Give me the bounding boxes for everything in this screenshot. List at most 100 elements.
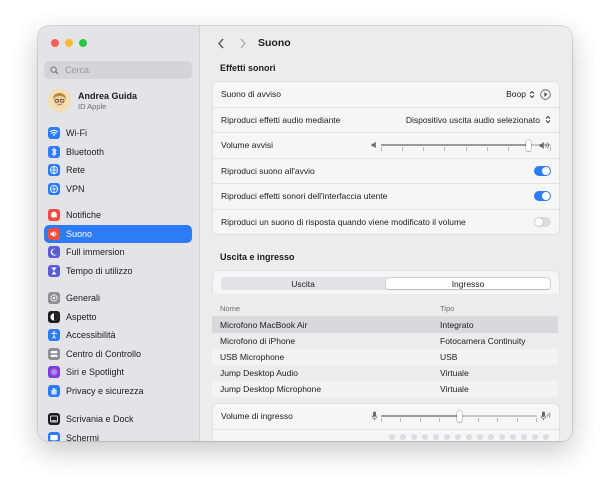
zoom-button[interactable] xyxy=(79,39,87,47)
slider-tick xyxy=(516,418,518,422)
mic-low-icon xyxy=(371,411,378,421)
sidebar-item-aspetto[interactable]: Aspetto xyxy=(44,308,192,327)
slider-tick xyxy=(381,147,382,151)
io-segmented-control: Uscita Ingresso xyxy=(221,277,551,290)
sidebar-item-privacy-e-sicurezza[interactable]: Privacy e sicurezza xyxy=(44,382,192,401)
sidebar-item-label: Bluetooth xyxy=(66,146,105,157)
alert-sound-select[interactable]: Boop xyxy=(506,89,535,99)
hand-icon xyxy=(48,384,60,397)
device-type: USB xyxy=(440,352,458,362)
slider-tick xyxy=(439,418,441,422)
slider-tick xyxy=(465,147,467,151)
level-dot xyxy=(543,433,549,440)
level-dot xyxy=(466,433,472,440)
sidebar-item-suono[interactable]: Suono xyxy=(44,224,192,243)
slider-tick xyxy=(486,147,488,151)
alert-sound-value: Boop xyxy=(506,89,526,100)
table-row[interactable]: Jump Desktop Microphone Virtuale xyxy=(212,381,558,397)
sidebar-group: Generali Aspetto Accessibilità Centro di Co… xyxy=(44,289,192,400)
sidebar-item-vpn[interactable]: VPN xyxy=(44,180,192,199)
sidebar-item-notifiche[interactable]: Notifiche xyxy=(44,206,192,225)
avatar xyxy=(48,89,71,112)
table-row[interactable]: Microfono MacBook Air Integrato xyxy=(212,317,558,333)
chevron-right-icon xyxy=(240,38,246,48)
input-volume-label: Volume di ingresso xyxy=(221,411,293,422)
input-volume-slider[interactable] xyxy=(381,404,537,428)
sidebar-item-label: Wi-Fi xyxy=(66,128,87,139)
apple-id-account[interactable]: Andrea Guida ID Apple xyxy=(48,89,137,112)
device-table: Nome Tipo Microfono MacBook Air Integrato… xyxy=(212,300,558,397)
window-controls xyxy=(51,39,87,47)
sidebar-item-label: Full immersion xyxy=(66,247,125,258)
sidebar-item-rete[interactable]: Rete xyxy=(44,161,192,180)
search-box[interactable] xyxy=(44,61,192,79)
sidebar-item-generali[interactable]: Generali xyxy=(44,289,192,308)
volume-feedback-row: Riproduci un suono di risposta quando vi… xyxy=(213,210,559,235)
tab-output[interactable]: Uscita xyxy=(221,277,385,290)
forward-button[interactable] xyxy=(236,36,250,50)
accessibility-icon xyxy=(48,329,60,342)
level-dot xyxy=(411,433,417,440)
table-row[interactable]: USB Microphone USB xyxy=(212,349,558,365)
sidebar-item-label: Tempo di utilizzo xyxy=(66,265,133,276)
alert-sound-label: Suono di avviso xyxy=(221,89,282,100)
slider-tick xyxy=(497,418,499,422)
sidebar-item-label: Privacy e sicurezza xyxy=(66,385,144,396)
slider-fill xyxy=(381,144,529,146)
sidebar-item-full-immersion[interactable]: Full immersion xyxy=(44,243,192,262)
startup-sound-label: Riproduci suono all'avvio xyxy=(221,165,315,176)
level-dot xyxy=(400,433,406,440)
tab-input[interactable]: Ingresso xyxy=(386,278,550,289)
ui-sounds-toggle[interactable] xyxy=(534,191,551,202)
sidebar-item-label: Notifiche xyxy=(66,210,102,221)
slider-tick xyxy=(423,147,425,151)
device-type: Fotocamera Continuity xyxy=(440,336,526,346)
startup-sound-row: Riproduci suono all'avvio xyxy=(213,159,559,184)
play-icon[interactable] xyxy=(540,89,551,100)
table-row[interactable]: Microfono di iPhone Fotocamera Continuity xyxy=(212,333,558,349)
appearance-icon xyxy=(48,310,60,323)
startup-sound-toggle[interactable] xyxy=(534,165,551,176)
level-dot xyxy=(433,433,439,440)
siri-icon xyxy=(48,366,60,379)
table-row[interactable]: Jump Desktop Audio Virtuale xyxy=(212,365,558,381)
slider-tick xyxy=(536,418,537,422)
sidebar-item-label: Accessibilità xyxy=(66,330,116,341)
input-level-row xyxy=(213,430,559,442)
slider-tick xyxy=(477,418,479,422)
device-type: Integrato xyxy=(440,320,474,330)
sidebar: Andrea Guida ID Apple Wi-Fi Bluetooth Rete… xyxy=(38,26,200,441)
sidebar-item-scrivania-e-dock[interactable]: Scrivania e Dock xyxy=(44,410,192,429)
slider-tick xyxy=(507,147,509,151)
device-type: Virtuale xyxy=(440,384,469,394)
sidebar-item-centro-di-controllo[interactable]: Centro di Controllo xyxy=(44,345,192,364)
table-header: Nome Tipo xyxy=(212,300,558,317)
sidebar-item-label: Rete xyxy=(66,165,86,176)
sidebar-item-schermi[interactable]: Schermi xyxy=(44,429,192,441)
mic-high-icon xyxy=(540,411,551,421)
alert-volume-slider[interactable] xyxy=(381,133,551,157)
sidebar-item-tempo-di-utilizzo[interactable]: Tempo di utilizzo xyxy=(44,262,192,281)
sidebar-item-siri-e-spotlight[interactable]: Siri e Spotlight xyxy=(44,363,192,382)
play-via-select[interactable]: Dispositivo uscita audio selezionato xyxy=(406,115,551,125)
back-button[interactable] xyxy=(214,36,228,50)
play-via-label: Riproduci effetti audio mediante xyxy=(221,114,341,125)
volume-feedback-label: Riproduci un suono di risposta quando vi… xyxy=(221,216,466,227)
slider-tick xyxy=(381,418,382,422)
slider-knob[interactable] xyxy=(526,139,532,151)
input-volume-card: Volume di ingresso xyxy=(212,403,560,441)
alert-volume-row: Volume avvisi xyxy=(213,133,559,159)
minimize-button[interactable] xyxy=(65,39,73,47)
search-input[interactable] xyxy=(63,64,187,76)
sidebar-item-accessibilità[interactable]: Accessibilità xyxy=(44,326,192,345)
volume-feedback-toggle[interactable] xyxy=(534,216,551,227)
slider-knob[interactable] xyxy=(456,410,462,422)
sidebar-item-wi-fi[interactable]: Wi-Fi xyxy=(44,124,192,143)
user-subtitle: ID Apple xyxy=(78,101,107,111)
close-button[interactable] xyxy=(51,39,59,47)
settings-window: Andrea Guida ID Apple Wi-Fi Bluetooth Rete… xyxy=(38,26,572,441)
device-name: Microfono MacBook Air xyxy=(220,320,308,330)
sidebar-item-bluetooth[interactable]: Bluetooth xyxy=(44,143,192,162)
display-icon xyxy=(48,431,60,441)
sidebar-item-label: Aspetto xyxy=(66,311,97,322)
